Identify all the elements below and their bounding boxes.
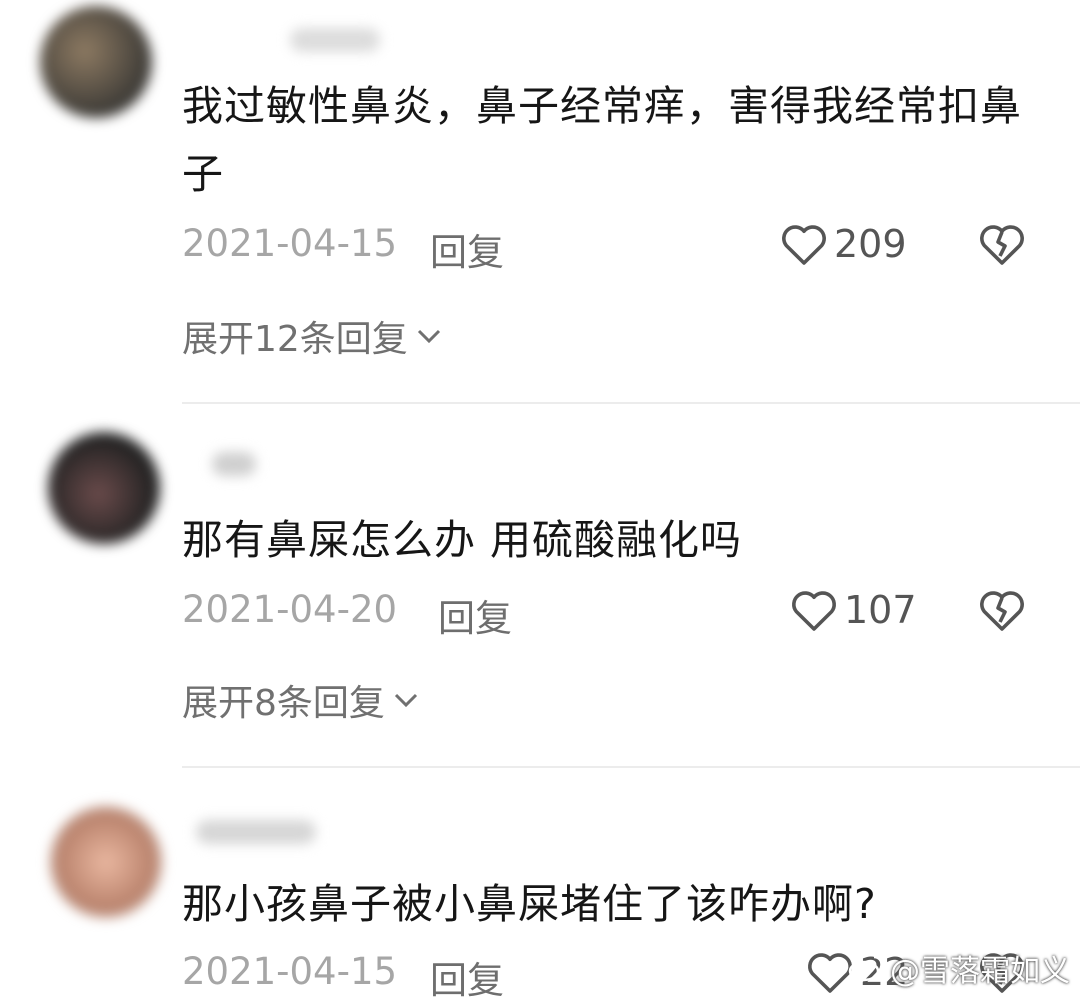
comment-meta: 2021-04-20 回复 107 [182, 588, 1026, 641]
heart-outline-icon [782, 225, 826, 265]
expand-replies-label: 展开12条回复 [182, 319, 408, 360]
avatar[interactable] [50, 806, 162, 918]
avatar[interactable] [48, 432, 160, 544]
reply-button[interactable]: 回复 [430, 222, 504, 276]
comment-date: 2021-04-15 [182, 222, 398, 265]
comment-date: 2021-04-15 [182, 950, 398, 993]
username[interactable] [290, 28, 380, 52]
comment-text: 那小孩鼻子被小鼻屎堵住了该咋办啊? [182, 880, 877, 928]
broken-heart-icon [980, 591, 1024, 631]
divider [182, 402, 1080, 404]
expand-replies-button[interactable]: 展开12条回复 [182, 310, 442, 362]
divider [182, 766, 1080, 768]
expand-replies-button[interactable]: 展开8条回复 [182, 674, 419, 726]
like-button[interactable]: 209 [780, 222, 907, 266]
dislike-button[interactable] [978, 222, 1026, 275]
avatar[interactable] [40, 6, 152, 118]
like-count: 107 [844, 588, 917, 632]
watermark-text: @雪落霜如义 [890, 954, 1070, 989]
chevron-down-icon [417, 329, 440, 344]
reply-button[interactable]: 回复 [430, 950, 504, 1004]
like-count: 209 [834, 222, 907, 266]
chevron-down-icon [394, 693, 417, 708]
heart-outline-icon [808, 953, 852, 993]
watermark: @雪落霜如义 [848, 946, 1070, 990]
comment-text: 我过敏性鼻炎，鼻子经常痒，害得我经常扣鼻子 [182, 82, 1022, 198]
username[interactable] [212, 452, 256, 476]
comment-text: 那有鼻屎怎么办 用硫酸融化吗 [182, 516, 743, 564]
heart-outline-icon [792, 591, 836, 631]
username[interactable] [196, 820, 316, 844]
comment-date: 2021-04-20 [182, 588, 398, 631]
dislike-button[interactable] [978, 588, 1026, 641]
reply-button[interactable]: 回复 [438, 588, 512, 642]
broken-heart-icon [980, 225, 1024, 265]
comment-meta: 2021-04-15 回复 209 [182, 222, 1026, 275]
like-button[interactable]: 107 [790, 588, 917, 632]
weibo-logo-icon [848, 955, 884, 982]
expand-replies-label: 展开8条回复 [182, 683, 385, 724]
